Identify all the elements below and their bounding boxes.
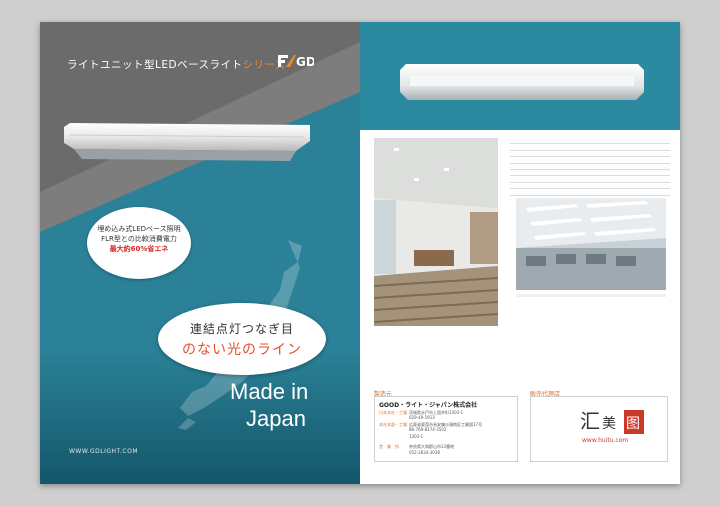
brand-logo: GD: [278, 55, 314, 69]
led-fixture-front-image: [400, 64, 644, 100]
maker-company: GOOD・ライト・ジャパン株式会社: [379, 402, 478, 409]
bubble-large-line1: 連結点灯つなぎ目: [189, 322, 294, 336]
energy-saving-bubble: 埋め込み式LEDベース照明 FLR型との比較消費電力 最大約60%省エネ: [87, 207, 191, 279]
maker-box: GOOD・ライト・ジャパン株式会社 日本本社・工場 茨城県水戸市上国井町1303-…: [374, 396, 518, 462]
logo-text: GD: [296, 55, 314, 69]
open-office-photo: [516, 198, 666, 290]
maker-row: 1303-1: [409, 434, 424, 439]
bubble-large-line2: のない光のライン: [182, 342, 302, 358]
watermark-stamp: 汇 美 图 www.huitu.com: [580, 409, 644, 444]
bubble-small-line3: 最大約60%省エネ: [109, 245, 169, 253]
bubble-small-line1: 埋め込み式LEDベース照明: [97, 225, 181, 233]
seamless-line-bubble: 連結点灯つなぎ目 のない光のライン: [158, 303, 326, 375]
bubble-small-line2: FLR型との比較消費電力: [101, 235, 177, 243]
cover-title: ライトユニット型LEDベースライトシリーズ: [67, 57, 286, 72]
svg-text:图: 图: [626, 416, 640, 432]
led-fixture-image: [64, 123, 310, 161]
brochure-spread: ライトユニット型LEDベースライトシリーズ GD 埋め込み式LEDベース照明 F…: [40, 22, 680, 484]
japan-heading: Japan: [246, 406, 306, 431]
usage-notes: [516, 294, 666, 404]
svg-text:汇: 汇: [580, 409, 600, 433]
cover-page: ライトユニット型LEDベースライトシリーズ GD 埋め込み式LEDベース照明 F…: [40, 22, 360, 484]
spec-table: [510, 138, 670, 196]
stamp-caption: www.huitu.com: [582, 437, 628, 444]
cover-title-main: ライトユニット型LEDベースライト: [67, 59, 243, 71]
maker-row: 営 業 所奈良県大和郡山市13番地: [379, 444, 455, 449]
website-url: WWW.GDLIGHT.COM: [69, 448, 139, 455]
maker-row: 86-769-8174-3502: [409, 427, 447, 432]
maker-row: 029-49-1913: [409, 415, 435, 420]
svg-text:美: 美: [602, 416, 616, 432]
made-in-heading: Made in: [230, 379, 309, 404]
office-interior-photo: [374, 138, 498, 326]
maker-row: 052-2834-3038: [409, 450, 440, 455]
